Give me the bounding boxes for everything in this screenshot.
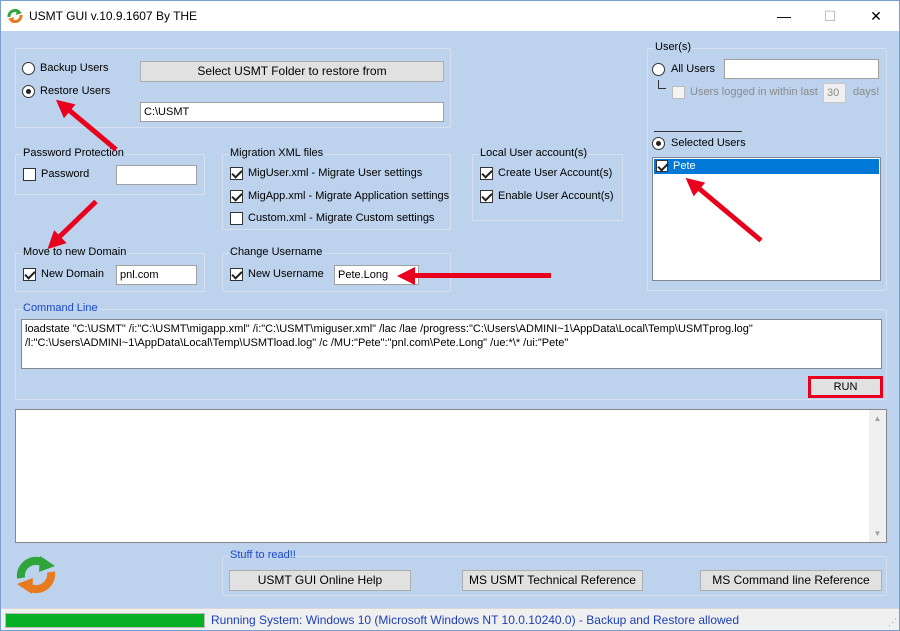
restore-users-label[interactable]: Restore Users	[40, 85, 110, 97]
logged-in-days-input: 30	[823, 83, 846, 103]
all-users-label[interactable]: All Users	[671, 63, 715, 75]
migration-xml-group: Migration XML files MigUser.xml - Migrat…	[222, 147, 451, 230]
domain-group-label: Move to new Domain	[22, 246, 128, 258]
stuff-to-read-group-label: Stuff to read!!	[229, 549, 297, 561]
red-arrow-icon	[55, 199, 98, 241]
recycle-arrows-icon	[7, 9, 23, 23]
migrate-custom-label[interactable]: Custom.xml - Migrate Custom settings	[248, 212, 434, 224]
tree-connector	[658, 80, 666, 89]
new-domain-input[interactable]: pnl.com	[116, 265, 197, 285]
users-group: User(s) All Users Users logged in within…	[647, 41, 887, 291]
select-usmt-folder-button[interactable]: Select USMT Folder to restore from	[140, 61, 444, 82]
enable-user-account-label[interactable]: Enable User Account(s)	[498, 190, 614, 202]
new-domain-label[interactable]: New Domain	[41, 268, 104, 280]
client-area: Backup Users Restore Users Select USMT F…	[1, 31, 899, 630]
local-accounts-group-label: Local User account(s)	[479, 147, 588, 159]
new-domain-checkbox[interactable]	[23, 268, 36, 281]
migrate-user-label[interactable]: MigUser.xml - Migrate User settings	[248, 167, 422, 179]
password-checkbox[interactable]	[23, 168, 36, 181]
ms-usmt-technical-reference-button[interactable]: MS USMT Technical Reference	[462, 570, 643, 591]
progress-fill	[6, 614, 204, 627]
command-line-text[interactable]: loadstate "C:\USMT" /i:"C:\USMT\migapp.x…	[21, 319, 882, 369]
domain-group: Move to new Domain New Domain pnl.com	[15, 246, 205, 292]
all-users-radio[interactable]	[652, 63, 665, 76]
title-bar[interactable]: USMT GUI v.10.9.1607 By THE — ☐ ✕	[1, 1, 899, 31]
users-group-label: User(s)	[654, 41, 693, 53]
all-users-input[interactable]	[724, 59, 879, 79]
user-item-checkbox[interactable]	[656, 160, 668, 172]
app-window: USMT GUI v.10.9.1607 By THE — ☐ ✕ Backup…	[0, 0, 900, 631]
status-bar: Running System: Windows 10 (Microsoft Wi…	[1, 608, 899, 630]
password-label[interactable]: Password	[41, 168, 89, 180]
enable-user-account-checkbox[interactable]	[480, 190, 493, 203]
password-group: Password Protection Password	[15, 147, 205, 195]
usmt-folder-path-input[interactable]: C:\USMT	[140, 102, 444, 122]
maximize-button: ☐	[823, 8, 837, 24]
window-title: USMT GUI v.10.9.1607 By THE	[29, 9, 198, 23]
command-line-group-label: Command Line	[22, 302, 99, 314]
users-logged-in-checkbox	[672, 86, 685, 99]
usmt-gui-online-help-button[interactable]: USMT GUI Online Help	[229, 570, 411, 591]
run-button[interactable]: RUN	[808, 376, 883, 398]
migrate-app-label[interactable]: MigApp.xml - Migrate Application setting…	[248, 190, 449, 202]
ms-command-line-reference-button[interactable]: MS Command line Reference	[700, 570, 882, 591]
output-scrollbar[interactable]: ▲ ▼	[869, 410, 886, 542]
users-logged-in-label: Users logged in within last	[690, 86, 818, 98]
create-user-account-checkbox[interactable]	[480, 167, 493, 180]
selected-users-radio[interactable]	[652, 137, 665, 150]
output-box[interactable]: ▲ ▼	[15, 409, 887, 543]
username-group-label: Change Username	[229, 246, 324, 258]
list-item[interactable]: Pete	[654, 159, 879, 174]
resize-grip-icon[interactable]: ⋰	[885, 616, 897, 628]
stuff-to-read-group: Stuff to read!! USMT GUI Online Help MS …	[222, 549, 887, 596]
scroll-up-icon[interactable]: ▲	[869, 410, 886, 427]
migrate-user-checkbox[interactable]	[230, 167, 243, 180]
red-arrow-icon	[411, 273, 551, 278]
scroll-down-icon[interactable]: ▼	[869, 525, 886, 542]
restore-users-radio[interactable]	[22, 85, 35, 98]
selected-users-label[interactable]: Selected Users	[671, 137, 746, 149]
local-accounts-group: Local User account(s) Create User Accoun…	[472, 147, 623, 221]
backup-users-label[interactable]: Backup Users	[40, 62, 108, 74]
new-username-checkbox[interactable]	[230, 268, 243, 281]
days-label: days!	[853, 86, 880, 98]
create-user-account-label[interactable]: Create User Account(s)	[498, 167, 612, 179]
password-input[interactable]	[116, 165, 197, 185]
status-text: Running System: Windows 10 (Microsoft Wi…	[211, 613, 740, 627]
backup-users-radio[interactable]	[22, 62, 35, 75]
minimize-button[interactable]: —	[761, 1, 807, 31]
progress-bar	[5, 613, 205, 628]
separator	[654, 131, 742, 132]
command-line-group: Command Line loadstate "C:\USMT" /i:"C:\…	[15, 302, 887, 400]
recycle-arrows-icon	[16, 556, 56, 594]
password-group-label: Password Protection	[22, 147, 125, 159]
migrate-custom-checkbox[interactable]	[230, 212, 243, 225]
migration-xml-group-label: Migration XML files	[229, 147, 325, 159]
migrate-app-checkbox[interactable]	[230, 190, 243, 203]
close-button[interactable]: ✕	[853, 1, 899, 31]
new-username-label[interactable]: New Username	[248, 268, 324, 280]
